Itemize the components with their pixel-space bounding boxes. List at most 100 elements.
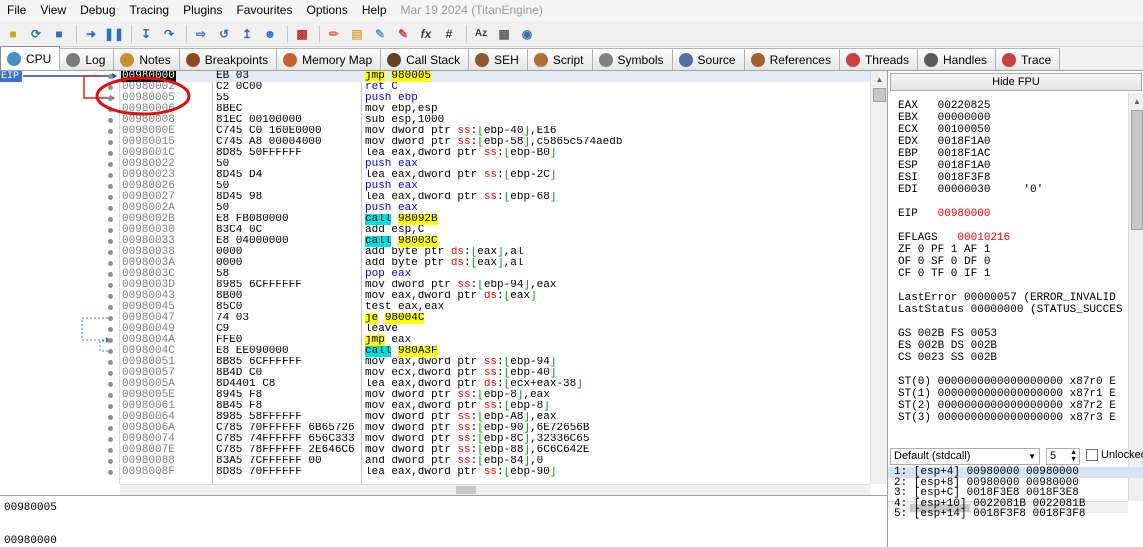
breakpoint-dot[interactable] [108,327,113,332]
breakpoint-dot[interactable] [108,151,113,156]
restart-icon[interactable]: ⟳ [26,24,46,44]
breakpoint-dot[interactable] [108,437,113,442]
segment-row-1[interactable]: GS 002B FS 0053 [898,328,997,340]
breakpoint-dot[interactable] [108,283,113,288]
flags-row-3[interactable]: CF 0 TF 0 IF 1 [898,268,990,280]
disassembly-row[interactable]: 00980049 C9 leave [120,324,870,335]
disassembly-row[interactable]: 0098003D 8985 6CFFFFFF mov dword ptr ss:[e… [120,280,870,291]
register-esp[interactable]: ESP 0018F1A0 [898,160,990,172]
disassembly-row[interactable]: 0098004C E8 EE090000 call 980A3F [120,346,870,357]
disassembly-row[interactable]: 00980061 8B45 F8 mov eax,dword ptr ss:[ebp… [120,401,870,412]
disassembly-vertical-scrollbar[interactable]: ▲ [870,71,887,484]
scroll-up-icon[interactable]: ▲ [871,71,888,88]
step-into-icon[interactable]: ↧ [136,24,156,44]
breakpoint-dot[interactable] [108,294,113,299]
disassembly-row[interactable]: 0098007E C785 78FFFFFF 2E646C6 mov dword p… [120,445,870,456]
disassembly-row[interactable]: 0098001C 8D85 50FFFFFF lea eax,dword ptr s… [120,148,870,159]
tab-memory-map[interactable]: Memory Map [276,48,382,70]
disassembly-row[interactable]: 0098005A 8D4401 C8 lea eax,dword ptr ds:[e… [120,379,870,390]
breakpoint-dot[interactable] [108,173,113,178]
breakpoint-dot[interactable] [108,382,113,387]
fpu-st1[interactable]: ST(1) 0000000000000000000 x87r1 E [898,388,1116,400]
breakpoint-dot[interactable] [108,118,113,123]
breakpoint-dot[interactable] [108,393,113,398]
trace-over-icon[interactable]: ↺ [214,24,234,44]
help-icon[interactable]: ◉ [517,24,537,44]
calling-convention-select[interactable]: Default (stdcall) ▼ [890,448,1040,465]
breakpoint-dot[interactable] [108,74,113,79]
fpu-st3[interactable]: ST(3) 0000000000000000000 x87r3 E [898,412,1116,424]
tab-references[interactable]: References [743,48,840,70]
disassembly-row[interactable]: 00980057 8B4D C0 mov ecx,dword ptr ss:[ebp… [120,368,870,379]
disassembly-row[interactable]: 00980030 83C4 0C add esp,C [120,225,870,236]
register-edi[interactable]: EDI 00000030 '0' [898,184,1043,196]
patch-icon[interactable]: ✏ [324,24,344,44]
breakpoint-dot[interactable] [108,107,113,112]
register-list[interactable]: EAX 00220825 EBX 00000000 ECX 00100050 E… [888,93,1128,501]
segment-row-2[interactable]: ES 002B DS 002B [898,340,997,352]
disassembly-row[interactable]: 00980000 EB 03 jmp 980005 [120,71,870,82]
animate-icon[interactable]: ▩ [292,24,312,44]
branch-gutter[interactable]: EIP [0,71,120,484]
breakpoint-dot[interactable] [108,448,113,453]
breakpoint-dot[interactable] [108,96,113,101]
register-ebp[interactable]: EBP 0018F1AC [898,148,990,160]
breakpoint-dot[interactable] [108,426,113,431]
last-status[interactable]: LastStatus 00000000 (STATUS_SUCCES [898,304,1122,316]
disassembly-horizontal-scrollbar[interactable] [120,484,870,495]
tab-notes[interactable]: Notes [113,48,180,70]
menu-debug[interactable]: Debug [73,0,122,21]
fpu-st0[interactable]: ST(0) 0000000000000000000 x87r0 E [898,376,1116,388]
stack-argument-row[interactable]: 1: [esp+4] 00980000 00980000 [888,467,1143,478]
disassembly-row[interactable]: 00980064 8985 58FFFFFF mov dword ptr ss:[e… [120,412,870,423]
stack-argument-row[interactable]: 5: [esp+14] 0018F3F8 0018F3F8 [888,509,1143,520]
execute-till-return-icon[interactable]: ↥ [237,24,257,44]
disassembly-row[interactable]: 00980008 81EC 00100000 sub esp,1000 [120,115,870,126]
disassembly-row[interactable]: 00980006 8BEC mov ebp,esp [120,104,870,115]
stop-icon[interactable]: ■ [49,24,69,44]
tab-log[interactable]: Log [59,48,115,70]
breakpoint-dot[interactable] [108,404,113,409]
breakpoint-dot[interactable] [108,371,113,376]
breakpoint-dot[interactable] [108,459,113,464]
tab-seh[interactable]: SEH [468,48,528,70]
breakpoint-dot[interactable] [108,349,113,354]
breakpoint-dot[interactable] [108,305,113,310]
segment-row-3[interactable]: CS 0023 SS 002B [898,352,997,364]
register-eflags[interactable]: EFLAGS 00010216 [898,232,1010,244]
disassembly-row[interactable]: 00980023 8D45 D4 lea eax,dword ptr ss:[ebp… [120,170,870,181]
disassembly-row[interactable]: 0098008F 8D85 70FFFFFF lea eax,dword ptr s… [120,467,870,478]
disassembly-row[interactable]: 00980088 83A5 7CFFFFFF 00 and dword ptr ss… [120,456,870,467]
menu-plugins[interactable]: Plugins [176,0,229,21]
stack-argument-row[interactable]: 3: [esp+C] 0018F3E8 0018F3E8 [888,488,1143,499]
menu-help[interactable]: Help [355,0,394,21]
disassembly-row[interactable]: 00980026 50 push eax [120,181,870,192]
tab-script[interactable]: Script [526,48,593,70]
run-icon[interactable]: ➜ [81,24,101,44]
breakpoint-dot[interactable] [108,85,113,90]
argument-count-spinbox[interactable]: 5 ▲ ▼ [1046,448,1080,465]
disassembly-row[interactable]: 00980038 0000 add byte ptr ds:[eax],al [120,247,870,258]
scroll-thumb[interactable] [873,88,886,102]
hide-fpu-button[interactable]: Hide FPU [890,73,1142,91]
breakpoint-dot[interactable] [108,360,113,365]
checkbox-box[interactable] [1086,449,1098,461]
disassembly-row[interactable]: 0098002B E8 FB080000 call 98092B [120,214,870,225]
breakpoint-dot[interactable] [108,206,113,211]
tab-breakpoints[interactable]: Breakpoints [178,48,278,70]
disassembly-row[interactable]: 00980002 C2 0C00 ret C [120,82,870,93]
tab-call-stack[interactable]: Call Stack [380,48,470,70]
breakpoint-dot[interactable] [108,261,113,266]
breakpoint-dot[interactable] [108,272,113,277]
register-edx[interactable]: EDX 0018F1A0 [898,136,990,148]
breakpoint-dot[interactable] [108,415,113,420]
menu-tracing[interactable]: Tracing [123,0,177,21]
last-error[interactable]: LastError 00000057 (ERROR_INVALID [898,292,1116,304]
breakpoint-dot[interactable] [108,217,113,222]
disassembly-row[interactable]: 0098005E 8945 F8 mov dword ptr ss:[ebp-8],… [120,390,870,401]
calculator-icon[interactable]: ▦ [494,24,514,44]
stack-arguments-list[interactable]: 1: [esp+4] 00980000 00980000 2: [esp+8] … [888,466,1143,547]
comment-icon[interactable]: ▤ [347,24,367,44]
label-icon[interactable]: ✎ [370,24,390,44]
disassembly-row[interactable]: 0098006A C785 70FFFFFF 6B65726 mov dword p… [120,423,870,434]
